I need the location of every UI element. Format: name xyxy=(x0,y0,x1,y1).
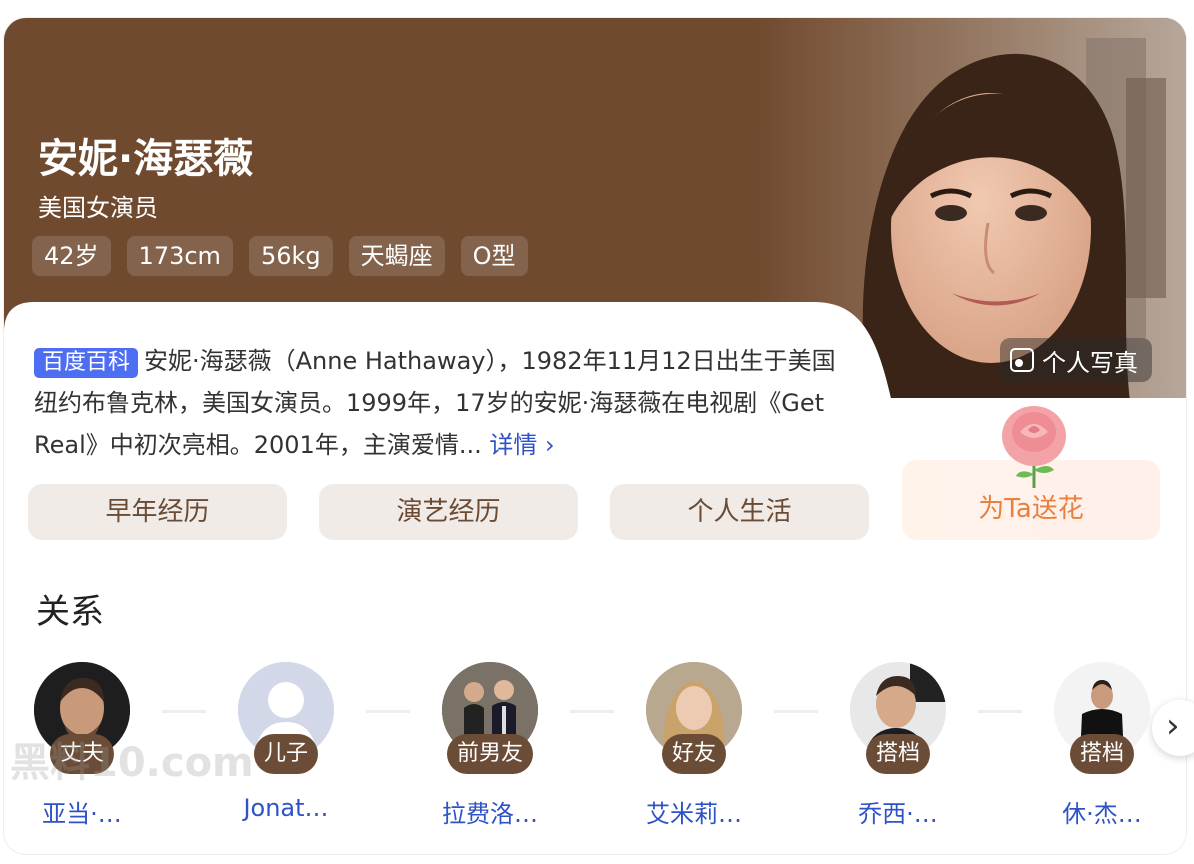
relation-name[interactable]: Jonat… xyxy=(216,794,356,822)
relation-item-friend[interactable]: 好友 艾米莉… xyxy=(624,662,764,829)
relation-role-badge: 搭档 xyxy=(865,734,931,774)
relation-role-badge: 儿子 xyxy=(253,734,319,774)
person-card: 安妮·海瑟薇 美国女演员 42岁 173cm 56kg 天蝎座 O型 百度百科安… xyxy=(4,18,1186,854)
relation-name[interactable]: 休·杰… xyxy=(1032,794,1172,829)
relation-connector xyxy=(774,710,818,713)
image-icon xyxy=(1010,348,1034,372)
person-name: 安妮·海瑟薇 xyxy=(38,136,254,182)
summary-body: 安妮·海瑟薇（Anne Hathaway），1982年11月12日出生于美国纽约… xyxy=(34,347,836,459)
relation-connector xyxy=(978,710,1022,713)
relation-connector xyxy=(570,710,614,713)
relation-item-son[interactable]: 儿子 Jonat… xyxy=(216,662,356,822)
tag-blood-type: O型 xyxy=(460,236,528,276)
rose-icon xyxy=(1002,406,1066,488)
relation-name[interactable]: 乔西·… xyxy=(828,794,968,829)
baike-badge[interactable]: 百度百科 xyxy=(34,348,139,378)
attribute-tags: 42岁 173cm 56kg 天蝎座 O型 xyxy=(32,236,528,276)
tag-weight: 56kg xyxy=(248,236,333,276)
section-personal-life-button[interactable]: 个人生活 xyxy=(610,484,869,540)
section-buttons: 早年经历 演艺经历 个人生活 xyxy=(28,484,869,540)
relation-role-badge: 丈夫 xyxy=(49,734,115,774)
relation-role-badge: 搭档 xyxy=(1069,734,1135,774)
relation-item-partner-1[interactable]: 搭档 乔西·… xyxy=(828,662,968,829)
relation-item-partner-2[interactable]: 搭档 休·杰… xyxy=(1032,662,1172,829)
details-link[interactable]: 详情 › xyxy=(489,431,554,459)
relation-item-husband[interactable]: 丈夫 亚当·… xyxy=(12,662,152,829)
send-flower-label: 为Ta送花 xyxy=(978,494,1084,524)
person-occupation: 美国女演员 xyxy=(38,194,158,222)
relation-role-badge: 前男友 xyxy=(446,734,534,774)
personal-photos-button[interactable]: 个人写真 xyxy=(1000,338,1152,382)
tag-age: 42岁 xyxy=(32,236,111,276)
relation-name[interactable]: 拉费洛… xyxy=(420,794,560,829)
section-career-button[interactable]: 演艺经历 xyxy=(319,484,578,540)
tag-zodiac: 天蝎座 xyxy=(348,236,445,276)
summary-text: 百度百科 安妮·海瑟薇（Anne Hathaway），1982年11月12日出生于… xyxy=(34,340,854,466)
relations-list: 丈夫 亚当·… 儿子 Jonat… 前男友 拉费洛… 好友 艾米莉… 搭档 乔西… xyxy=(34,662,1184,832)
relation-name[interactable]: 艾米莉… xyxy=(624,794,764,829)
relation-item-ex-boyfriend[interactable]: 前男友 拉费洛… xyxy=(420,662,560,829)
personal-photos-label: 个人写真 xyxy=(1042,348,1138,377)
relations-title: 关系 xyxy=(36,592,104,632)
relation-connector xyxy=(162,710,206,713)
chevron-right-icon: › xyxy=(1166,706,1180,746)
section-early-life-button[interactable]: 早年经历 xyxy=(28,484,287,540)
relation-role-badge: 好友 xyxy=(661,734,727,774)
relation-name[interactable]: 亚当·… xyxy=(12,794,152,829)
relation-connector xyxy=(366,710,410,713)
tag-height: 173cm xyxy=(126,236,233,276)
